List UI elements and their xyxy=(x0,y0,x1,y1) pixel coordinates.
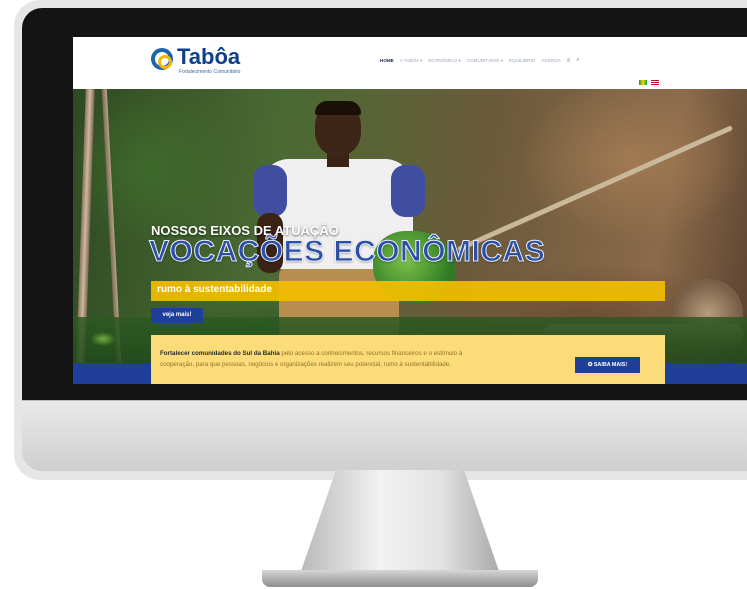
hero-tagline-bar: rumo à sustentabilidade xyxy=(151,281,665,301)
saiba-mais-button[interactable]: ✪ SAIBA MAIS! xyxy=(575,357,640,373)
mission-text: Fortalecer comunidades do Sul da Bahia p… xyxy=(160,348,490,370)
monitor-screen: Tabôa Fortalecimento Comunitário HOME A … xyxy=(73,37,747,384)
usa-flag-icon[interactable] xyxy=(651,80,659,85)
logo-icon[interactable] xyxy=(151,48,173,70)
brazil-flag-icon[interactable] xyxy=(639,80,647,85)
hero-tagline: rumo à sustentabilidade xyxy=(157,284,273,295)
hero-banner: NOSSOS EIXOS DE ATUAÇÃO VOCAÇÕES ECONÔMI… xyxy=(73,89,747,363)
nav-item-home[interactable]: HOME xyxy=(380,58,394,63)
mission-bold-text: Fortalecer comunidades do Sul da Bahia xyxy=(160,350,280,357)
nav-item-a-taboa[interactable]: A TABÔA ▾ xyxy=(400,58,423,64)
main-nav: HOME A TABÔA ▾ ECONÔMICO ▾ COMUNITÁRIO ▾… xyxy=(380,57,580,64)
monitor-chin xyxy=(22,400,747,471)
veja-mais-button[interactable]: veja mais! xyxy=(151,308,203,323)
language-flags xyxy=(639,80,659,85)
monitor-stand-neck xyxy=(300,470,500,574)
nav-item-economico[interactable]: ECONÔMICO ▾ xyxy=(428,58,460,64)
hero-title: VOCAÇÕES ECONÔMICAS xyxy=(148,235,546,269)
mission-box: Fortalecer comunidades do Sul da Bahia p… xyxy=(151,335,665,384)
search-icon[interactable]: ⌕ xyxy=(576,57,579,64)
monitor-stand-foot xyxy=(262,570,538,587)
nav-item-equilibrio[interactable]: EQUILÍBRIO xyxy=(509,58,535,63)
hero-photo-stick xyxy=(456,125,734,252)
menu-icon[interactable]: ≡ xyxy=(567,58,571,64)
logo-tagline: Fortalecimento Comunitário xyxy=(179,69,241,75)
logo-name[interactable]: Tabôa xyxy=(177,45,240,69)
site-header: Tabôa Fortalecimento Comunitário HOME A … xyxy=(73,37,747,89)
nav-item-comunitario[interactable]: COMUNITÁRIO ▾ xyxy=(467,58,503,64)
nav-item-agenda[interactable]: AGENDA xyxy=(541,58,560,63)
